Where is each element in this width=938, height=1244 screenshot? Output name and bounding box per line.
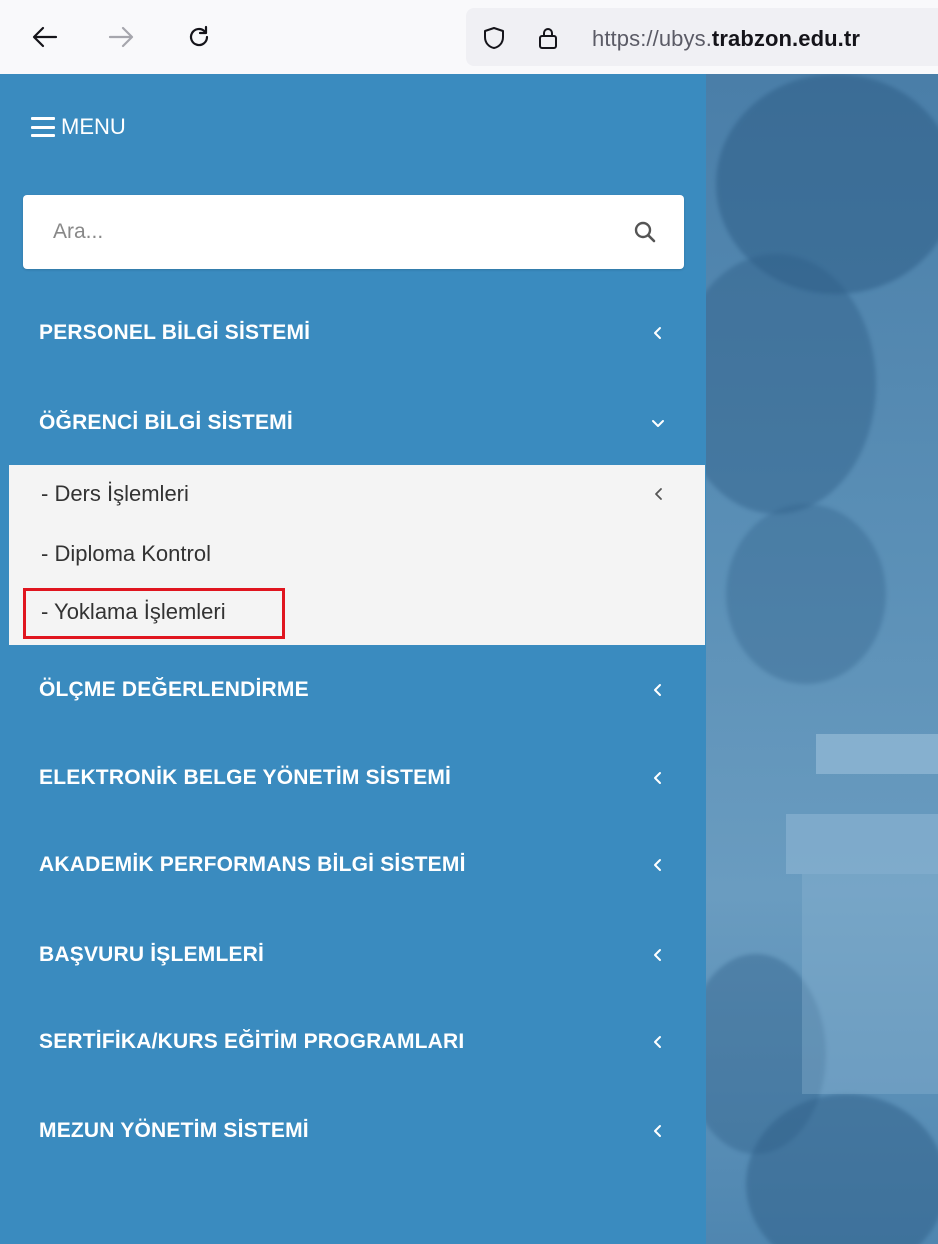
sub-item-label: - Diploma Kontrol [41,541,211,566]
chevron-left-icon [655,488,662,500]
menu-toggle[interactable]: MENU [31,114,126,140]
search-icon[interactable] [634,221,656,243]
chevron-left-icon [654,859,661,871]
reload-button[interactable] [182,20,216,54]
nav-item-akademik[interactable]: AKADEMİK PERFORMANS BİLGİ SİSTEMİ [9,822,705,908]
nav-item-basvuru[interactable]: BAŞVURU İŞLEMLERİ [9,912,705,998]
chevron-left-icon [654,772,661,784]
sidebar: MENU PERSONEL BİLGİ SİSTEMİ ÖĞRENCİ BİLG… [9,74,705,1244]
chevron-down-icon [652,420,664,427]
nav-item-label: AKADEMİK PERFORMANS BİLGİ SİSTEMİ [39,853,466,876]
arrow-left-icon [32,26,58,48]
nav-item-mezun[interactable]: MEZUN YÖNETİM SİSTEMİ [9,1088,705,1174]
nav-item-sertifika[interactable]: SERTİFİKA/KURS EĞİTİM PROGRAMLARI [9,999,705,1085]
chevron-left-icon [654,1036,661,1048]
chevron-left-icon [654,684,661,696]
search-input[interactable] [23,195,623,269]
url-prefix: https://ubys. [592,26,712,51]
nav-item-label: MEZUN YÖNETİM SİSTEMİ [39,1119,309,1142]
sub-item-yoklama-islemleri[interactable]: - Yoklama İşlemleri [9,583,705,641]
nav-item-label: SERTİFİKA/KURS EĞİTİM PROGRAMLARI [39,1030,465,1053]
nav-item-ebys[interactable]: ELEKTRONİK BELGE YÖNETİM SİSTEMİ [9,735,705,821]
reload-icon [189,25,209,47]
lock-icon[interactable] [536,26,560,50]
nav-item-personel[interactable]: PERSONEL BİLGİ SİSTEMİ [9,290,705,376]
sub-item-label: - Ders İşlemleri [41,481,189,506]
nav-item-olcme[interactable]: ÖLÇME DEĞERLENDİRME [9,647,705,733]
background-photo [706,74,938,1244]
nav-item-label: ELEKTRONİK BELGE YÖNETİM SİSTEMİ [39,766,452,789]
nav-item-label: ÖĞRENCİ BİLGİ SİSTEMİ [39,411,293,434]
hamburger-icon [31,117,55,137]
arrow-right-icon [108,26,134,48]
address-bar[interactable]: https://ubys.trabzon.edu.tr [466,8,938,66]
nav-item-label: BAŞVURU İŞLEMLERİ [39,943,265,966]
menu-label: MENU [61,114,126,139]
chevron-left-icon [654,327,661,339]
sub-item-diploma-kontrol[interactable]: - Diploma Kontrol [9,525,705,583]
sub-item-label: - Yoklama İşlemleri [41,599,226,624]
chevron-left-icon [654,1125,661,1137]
submenu-ogrenci: - Ders İşlemleri - Diploma Kontrol - Yok… [9,465,705,645]
browser-toolbar: https://ubys.trabzon.edu.tr [0,0,938,74]
chevron-left-icon [654,949,661,961]
nav-item-ogrenci[interactable]: ÖĞRENCİ BİLGİ SİSTEMİ [9,380,705,466]
nav-item-label: ÖLÇME DEĞERLENDİRME [39,678,309,701]
url-domain: trabzon.edu.tr [711,26,860,51]
forward-button[interactable] [104,20,138,54]
search-box [23,195,684,269]
nav-item-label: PERSONEL BİLGİ SİSTEMİ [39,321,311,344]
back-button[interactable] [28,20,62,54]
sub-item-ders-islemleri[interactable]: - Ders İşlemleri [9,465,705,523]
url-text[interactable]: https://ubys.trabzon.edu.tr [592,26,860,52]
shield-icon[interactable] [482,26,506,50]
